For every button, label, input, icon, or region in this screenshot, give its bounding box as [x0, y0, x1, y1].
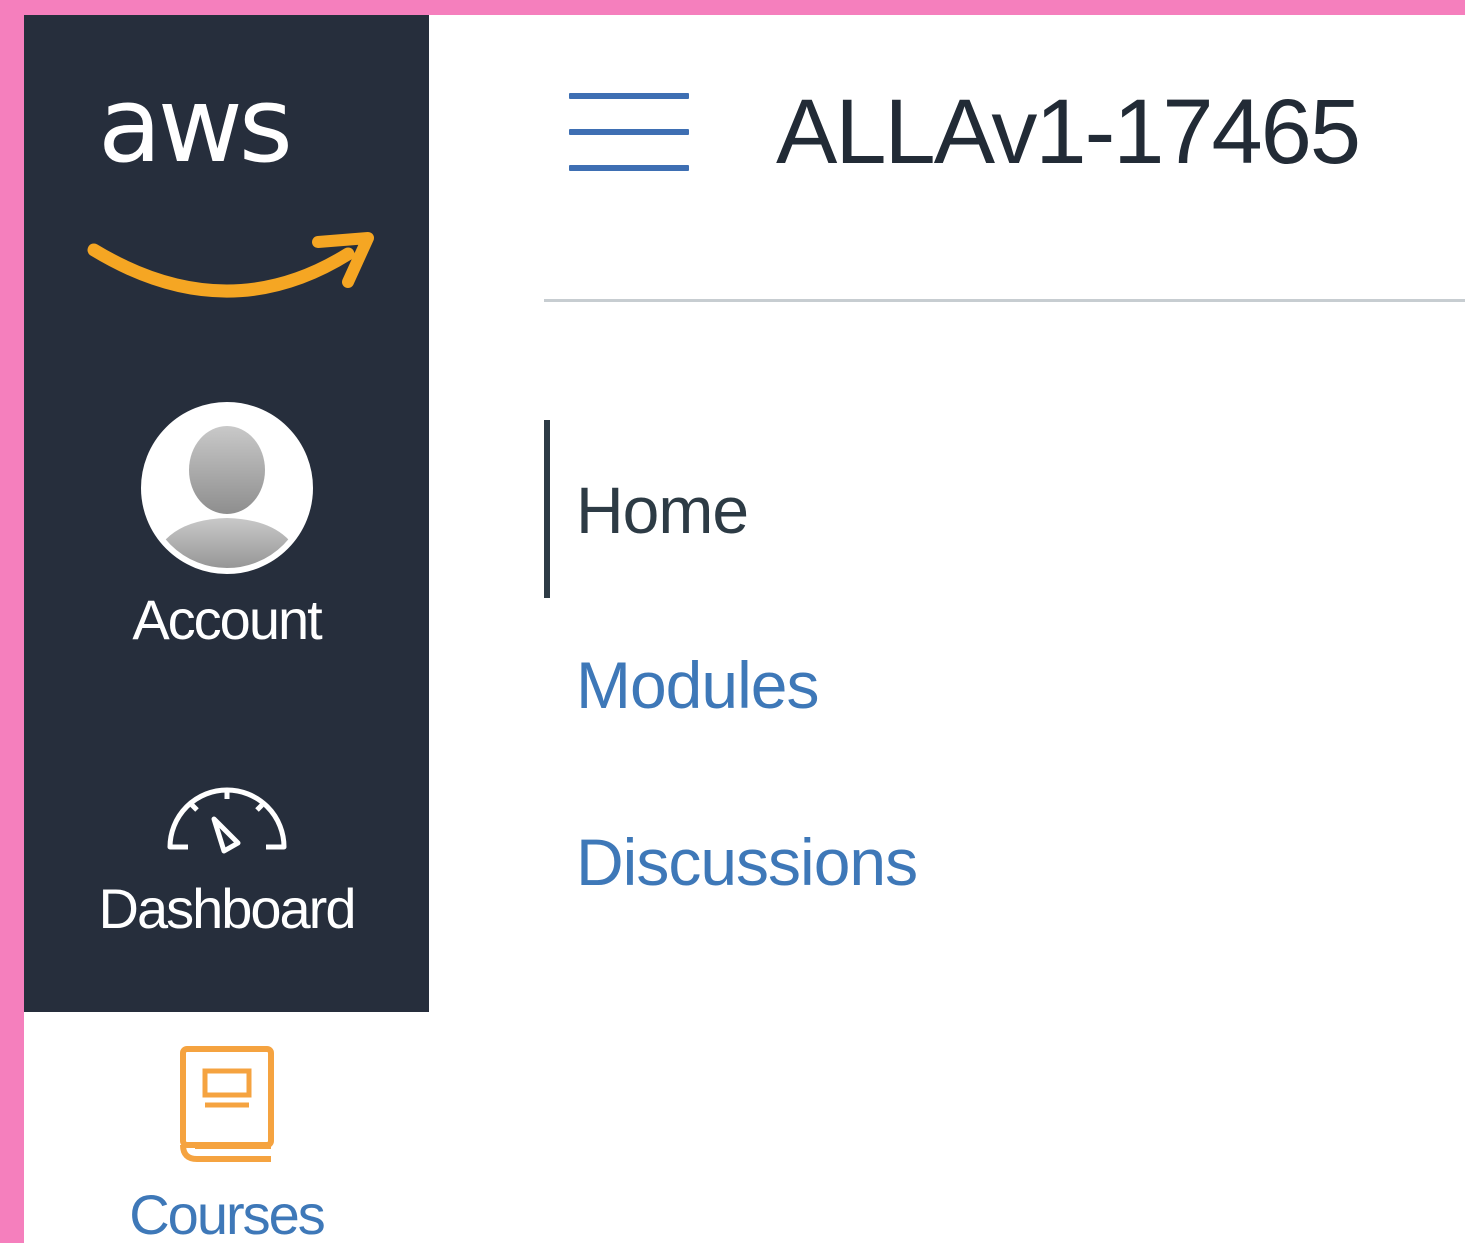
- aws-logo-link[interactable]: aws: [82, 64, 382, 298]
- global-navigation: aws Account Dashboard Courses: [24, 15, 429, 1243]
- header-divider: [544, 299, 1465, 302]
- courses-label: Courses: [129, 1183, 326, 1243]
- course-nav-discussions[interactable]: Discussions: [576, 822, 918, 902]
- aws-logo-text: aws: [98, 64, 293, 186]
- user-avatar-icon: [140, 402, 313, 574]
- hamburger-menu-icon[interactable]: [569, 93, 691, 173]
- global-nav-courses[interactable]: Courses: [24, 1045, 429, 1243]
- course-title: ALLAv1-17465: [776, 81, 1361, 183]
- active-item-indicator: [544, 420, 550, 598]
- account-label: Account: [132, 588, 322, 651]
- global-nav-account[interactable]: Account: [24, 400, 429, 652]
- global-nav-dashboard[interactable]: Dashboard: [24, 767, 429, 941]
- course-nav-modules[interactable]: Modules: [576, 645, 819, 725]
- courses-book-icon: [179, 1046, 274, 1162]
- aws-smile-icon: [87, 232, 374, 298]
- canvas-page: aws Account Dashboard Courses ALLAv1-174…: [24, 15, 1465, 1243]
- dashboard-label: Dashboard: [98, 877, 357, 940]
- course-nav-home[interactable]: Home: [576, 470, 749, 550]
- dashboard-gauge-icon: [167, 787, 286, 854]
